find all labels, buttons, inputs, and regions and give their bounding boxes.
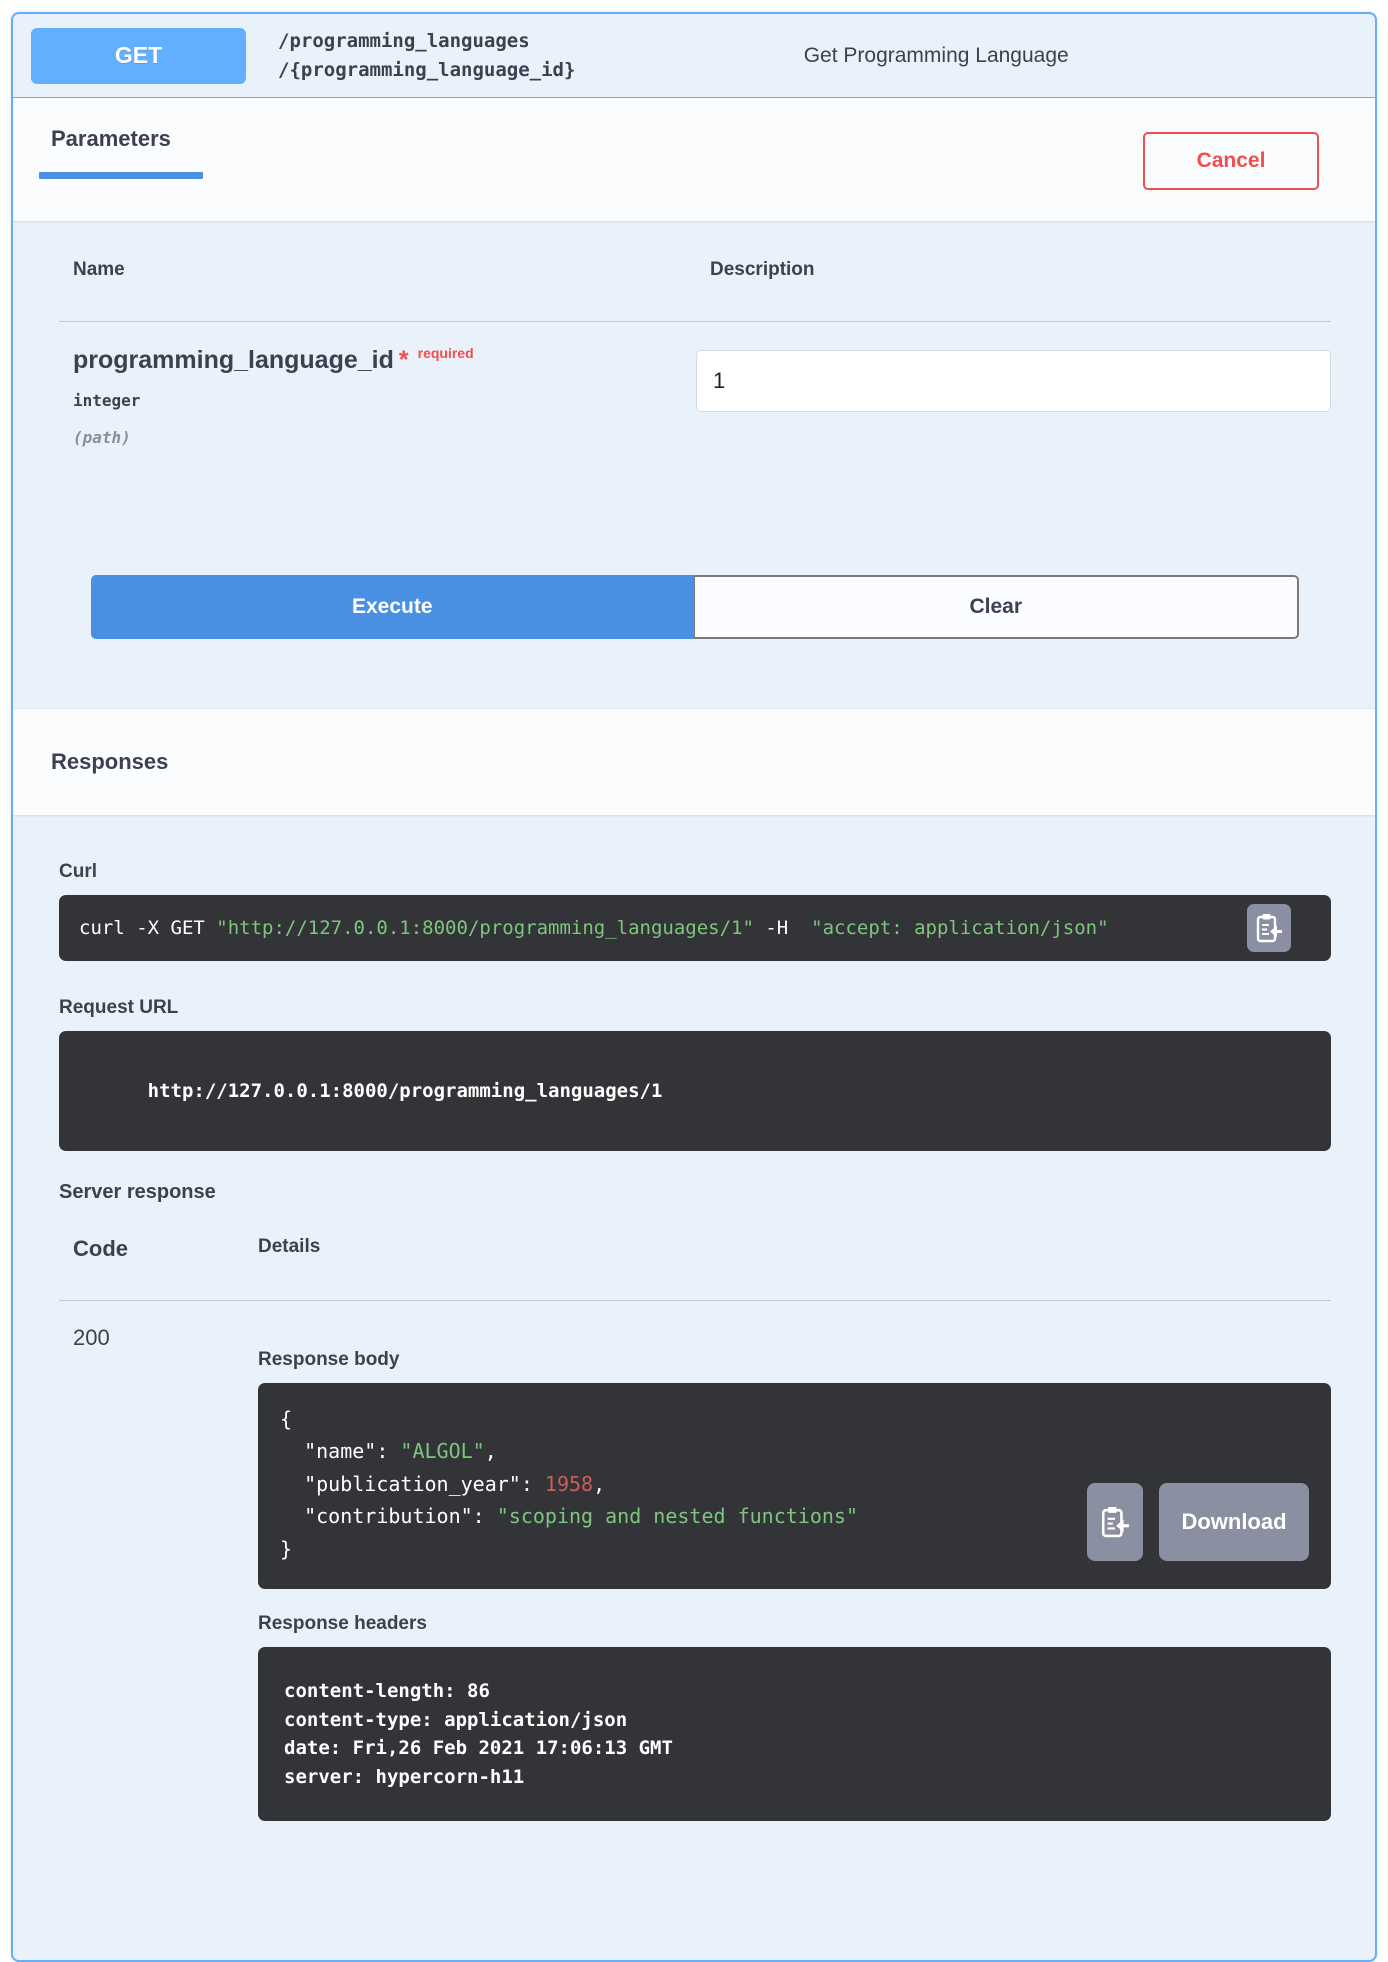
server-response-label: Server response: [59, 1181, 1331, 1204]
response-body-actions: Download: [1087, 1483, 1309, 1561]
parameter-type: integer: [73, 391, 696, 410]
copy-curl-button[interactable]: [1247, 904, 1291, 952]
clear-button[interactable]: Clear: [694, 575, 1300, 639]
endpoint-path-line2: /{programming_language_id}: [278, 56, 575, 85]
clipboard-copy-icon: [1255, 912, 1283, 944]
endpoint-summary[interactable]: GET /programming_languages /{programming…: [13, 14, 1375, 98]
responses-body: Curl curl -X GET "http://127.0.0.1:8000/…: [13, 815, 1375, 1821]
parameter-value-input[interactable]: [696, 350, 1331, 412]
response-headers-text: content-length: 86content-type: applicat…: [284, 1677, 1305, 1791]
tab-active-underline: [39, 172, 203, 179]
copy-response-button[interactable]: [1087, 1483, 1143, 1561]
curl-command-block: curl -X GET "http://127.0.0.1:8000/progr…: [59, 895, 1331, 961]
tab-parameters[interactable]: Parameters: [51, 126, 203, 179]
parameter-location: (path): [73, 428, 696, 447]
request-url-label: Request URL: [59, 997, 1331, 1019]
endpoint-title: Get Programming Language: [575, 44, 1357, 68]
cancel-button[interactable]: Cancel: [1143, 132, 1319, 190]
parameter-row: programming_language_id* required integer…: [59, 322, 1331, 447]
column-header-code: Code: [59, 1236, 258, 1262]
parameters-table: Name Description programming_language_id…: [13, 221, 1375, 639]
response-body-label: Response body: [258, 1349, 1331, 1371]
endpoint-path: /programming_languages /{programming_lan…: [278, 27, 575, 84]
server-response-row: 200 Response body { "name": "ALGOL", "pu…: [59, 1301, 1331, 1821]
column-header-description: Description: [696, 259, 1331, 281]
parameter-value-cell: [696, 346, 1331, 447]
curl-command-text: curl -X GET "http://127.0.0.1:8000/progr…: [79, 917, 1109, 939]
required-asterisk: *: [399, 346, 409, 374]
tab-parameters-label: Parameters: [51, 126, 171, 151]
parameter-name: programming_language_id: [73, 346, 394, 374]
response-headers-block: content-length: 86content-type: applicat…: [258, 1647, 1331, 1821]
request-url-text: http://127.0.0.1:8000/programming_langua…: [148, 1080, 663, 1102]
server-response-table-header: Code Details: [59, 1236, 1331, 1301]
operation-block-get: GET /programming_languages /{programming…: [11, 12, 1377, 1962]
download-button[interactable]: Download: [1159, 1483, 1309, 1561]
http-method-badge: GET: [31, 28, 246, 84]
execute-clear-row: Execute Clear: [91, 575, 1299, 639]
request-url-block: http://127.0.0.1:8000/programming_langua…: [59, 1031, 1331, 1151]
response-details-cell: Response body { "name": "ALGOL", "public…: [258, 1325, 1331, 1821]
execute-button[interactable]: Execute: [91, 575, 694, 639]
curl-label: Curl: [59, 861, 1331, 883]
response-headers-label: Response headers: [258, 1613, 1331, 1635]
parameters-section-header: Parameters Cancel: [13, 98, 1375, 221]
column-header-name: Name: [59, 259, 696, 281]
response-body-block: { "name": "ALGOL", "publication_year": 1…: [258, 1383, 1331, 1589]
parameter-name-cell: programming_language_id* required integer…: [59, 346, 696, 447]
required-label: required: [418, 345, 474, 361]
responses-section-header: Responses: [13, 709, 1375, 815]
status-code: 200: [59, 1325, 258, 1821]
responses-title: Responses: [51, 749, 1351, 775]
clipboard-copy-icon: [1100, 1504, 1130, 1540]
column-header-details: Details: [258, 1236, 1331, 1262]
parameters-table-header: Name Description: [59, 249, 1331, 322]
endpoint-path-line1: /programming_languages: [278, 27, 575, 56]
